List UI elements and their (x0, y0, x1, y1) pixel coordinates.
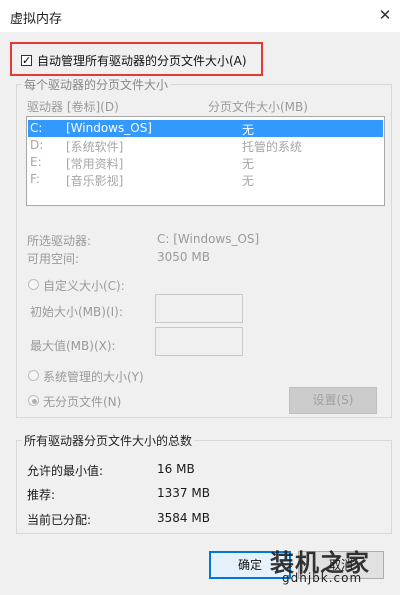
min-value: 16 MB (157, 462, 195, 476)
drive-row-e[interactable]: E: [常用资料] 无 (28, 154, 383, 171)
system-managed-label[interactable]: 系统管理的大小(Y) (43, 368, 144, 385)
column-header-drive: 驱动器 [卷标](D) (27, 100, 119, 114)
recommended-value: 1337 MB (157, 486, 210, 500)
no-paging-radio[interactable] (28, 395, 39, 406)
highlight-box (10, 42, 263, 76)
max-size-input[interactable] (155, 327, 243, 356)
drive-size: 无 (242, 123, 255, 137)
drive-letter: F: (30, 172, 41, 186)
current-label: 当前已分配: (27, 513, 92, 527)
set-button[interactable]: 设置(S) (289, 387, 377, 414)
selected-drive-value: C: [Windows_OS] (157, 232, 260, 246)
totals-group-title: 所有驱动器分页文件大小的总数 (22, 432, 195, 449)
drives-group-title: 每个驱动器的分页文件大小 (22, 76, 171, 93)
initial-size-label: 初始大小(MB)(I): (30, 305, 123, 319)
free-space-value: 3050 MB (157, 250, 210, 264)
selected-drive-label: 所选驱动器: (27, 234, 92, 248)
column-header-size: 分页文件大小(MB) (208, 100, 308, 114)
current-value: 3584 MB (157, 511, 210, 525)
close-icon[interactable]: ✕ (374, 4, 396, 26)
recommended-label: 推荐: (27, 488, 56, 502)
drive-row-c[interactable]: C: [Windows_OS] 无 (28, 120, 383, 137)
drive-row-d[interactable]: D: [系统软件] 托管的系统 (28, 137, 383, 154)
window-title: 虚拟内存 (10, 12, 63, 27)
drive-label: [Windows_OS] (66, 121, 152, 135)
drive-row-f[interactable]: F: [音乐影视] 无 (28, 171, 383, 188)
drive-letter: E: (30, 155, 42, 169)
drive-size: 托管的系统 (242, 140, 303, 154)
radio-selected-dot (32, 399, 37, 404)
drive-list[interactable]: C: [Windows_OS] 无 D: [系统软件] 托管的系统 E: [常用… (26, 116, 385, 206)
initial-size-input[interactable] (155, 294, 243, 323)
custom-size-radio[interactable] (28, 279, 39, 290)
drive-label: [音乐影视] (66, 174, 124, 188)
drive-size: 无 (242, 174, 255, 188)
no-paging-label[interactable]: 无分页文件(N) (43, 393, 121, 410)
watermark-url: gdhjbk.com (282, 571, 363, 585)
max-size-label: 最大值(MB)(X): (30, 339, 116, 353)
drive-label: [常用资料] (66, 157, 124, 171)
drive-letter: C: (30, 121, 43, 135)
system-managed-radio[interactable] (28, 370, 39, 381)
free-space-label: 可用空间: (27, 252, 80, 266)
drive-letter: D: (30, 138, 44, 152)
min-label: 允许的最小值: (27, 464, 104, 478)
drive-size: 无 (242, 157, 255, 171)
drive-label: [系统软件] (66, 140, 124, 154)
custom-size-label[interactable]: 自定义大小(C): (43, 277, 125, 294)
